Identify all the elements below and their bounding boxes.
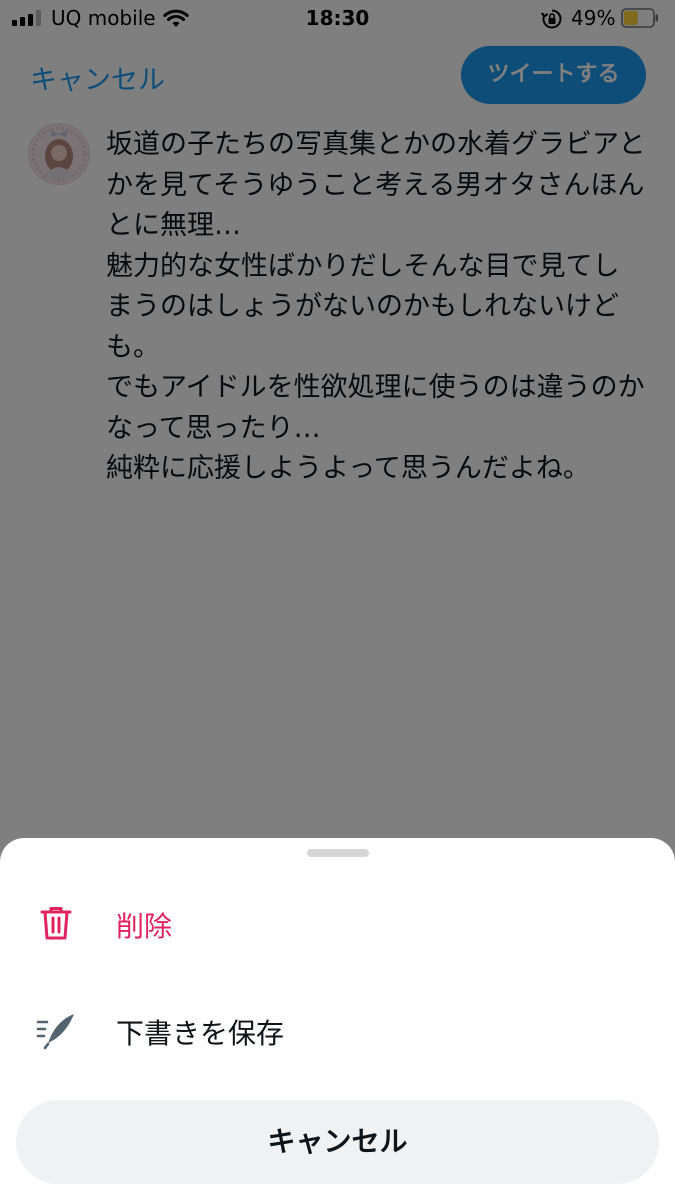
action-sheet: 削除 下書きを保存 キャンセル — [0, 838, 675, 1200]
sheet-grabber[interactable] — [307, 849, 369, 857]
quill-draft-icon — [36, 1014, 74, 1050]
trash-icon — [40, 907, 72, 940]
delete-draft-button[interactable]: 削除 — [0, 875, 675, 971]
save-draft-label: 下書きを保存 — [116, 1017, 285, 1050]
sheet-cancel-button[interactable]: キャンセル — [16, 1100, 659, 1184]
save-draft-button[interactable]: 下書きを保存 — [0, 982, 675, 1078]
compose-screen: UQ mobile 18:30 49% キャンセル ツイートする — [0, 0, 675, 1200]
delete-label: 削除 — [116, 910, 173, 943]
